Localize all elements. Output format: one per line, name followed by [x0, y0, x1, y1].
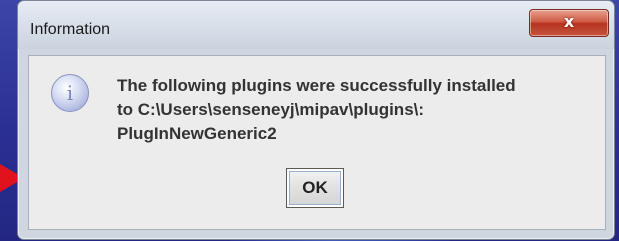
close-icon: x — [563, 12, 575, 31]
dialog-title: Information — [30, 21, 111, 38]
information-dialog: Information x i The following plugins we… — [17, 0, 615, 240]
dialog-content: i The following plugins were successfull… — [28, 55, 606, 230]
dialog-titlebar[interactable]: Information x — [18, 1, 614, 49]
info-icon: i — [51, 74, 89, 112]
message-line: The following plugins were successfully … — [117, 76, 516, 95]
ok-button[interactable]: OK — [286, 168, 344, 208]
dialog-message: The following plugins were successfully … — [117, 74, 587, 146]
message-line: PlugInNewGeneric2 — [117, 124, 277, 143]
message-line: to C:\Users\senseneyj\mipav\plugins\: — [117, 100, 425, 119]
ok-button-label: OK — [302, 178, 328, 197]
close-button[interactable]: x — [529, 9, 609, 37]
